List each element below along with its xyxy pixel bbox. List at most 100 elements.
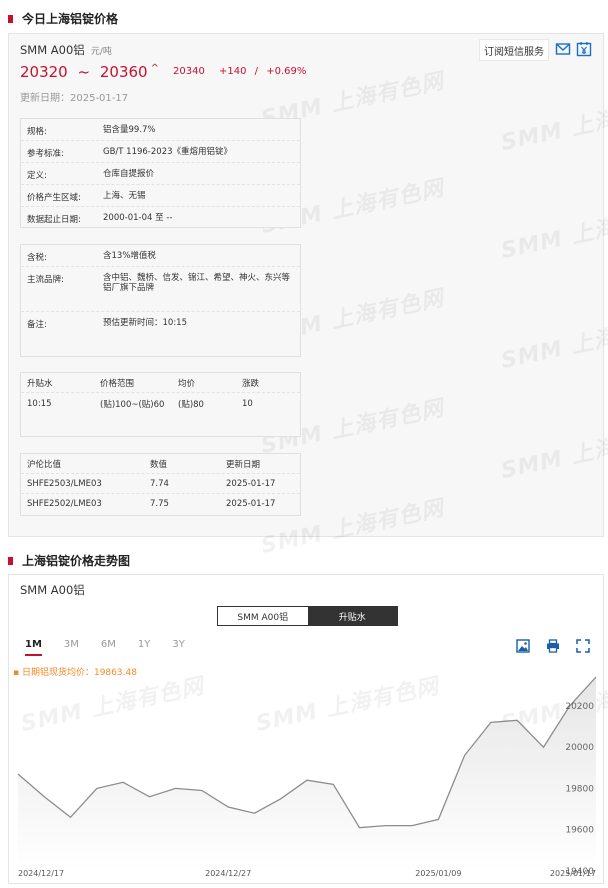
premium-cell-3: 10 bbox=[242, 399, 253, 409]
data-point[interactable] bbox=[305, 778, 310, 783]
ratio-header-0: 沪伦比值 bbox=[27, 459, 62, 470]
info-label: 备注: bbox=[27, 320, 47, 330]
ratio-cell: 7.74 bbox=[150, 478, 169, 489]
premium-cell-0: 10:15 bbox=[27, 399, 52, 409]
info-label: 主流品牌: bbox=[27, 275, 64, 285]
info-row: 备注: 预估更新时间：10:15 bbox=[21, 312, 300, 356]
subscribe-sms-button[interactable]: 订阅短信服务 bbox=[479, 39, 549, 61]
ratio-header-1: 数值 bbox=[150, 459, 168, 470]
y-tick-label: 20200 bbox=[565, 702, 594, 712]
info-row: 参考标准: GB/T 1196-2023《重熔用铝锭》 bbox=[21, 141, 300, 163]
data-point[interactable] bbox=[226, 805, 231, 810]
info-row: 主流品牌: 含中铝、魏桥、信发、锦江、希望、神火、东兴等铝厂旗下品牌 bbox=[21, 267, 300, 312]
today-price-section-title: 今日上海铝锭价格 bbox=[8, 10, 118, 27]
tax-brand-info-box: 含税: 含13%增值税主流品牌: 含中铝、魏桥、信发、锦江、希望、神火、东兴等铝厂旗… bbox=[20, 244, 301, 357]
info-value: 含中铝、魏桥、信发、锦江、希望、神火、东兴等铝厂旗下品牌 bbox=[103, 273, 291, 293]
data-point[interactable] bbox=[383, 823, 388, 828]
info-label: 含税: bbox=[27, 253, 47, 263]
yen-calendar-icon[interactable] bbox=[576, 41, 592, 57]
data-point[interactable] bbox=[488, 720, 493, 725]
data-point[interactable] bbox=[16, 772, 21, 777]
premium-cell-2: (贴)80 bbox=[178, 400, 204, 410]
ratio-header-2: 更新日期 bbox=[226, 459, 261, 470]
data-point[interactable] bbox=[436, 817, 441, 822]
info-value: GB/T 1196-2023《重熔用铝锭》 bbox=[103, 147, 233, 157]
spec-info-box: 规格: 铝含量99.7% 参考标准: GB/T 1196-2023《重熔用铝锭》定义:… bbox=[20, 118, 301, 228]
price-range: 20320 ~ 20360 ^ bbox=[20, 63, 159, 81]
watermark-text: SMM 上海有色网 bbox=[498, 310, 608, 375]
info-label: 定义: bbox=[27, 171, 47, 181]
data-point[interactable] bbox=[515, 718, 520, 723]
premium-header-3: 涨跌 bbox=[242, 378, 260, 389]
info-value: 铝含量99.7% bbox=[103, 125, 156, 135]
info-label: 参考标准: bbox=[27, 149, 64, 159]
premium-table: 升贴水 价格范围 均价 涨跌 10:15 (贴)100~(贴)60 (贴)80 … bbox=[20, 372, 301, 437]
data-point[interactable] bbox=[410, 823, 415, 828]
info-label: 价格产生区域: bbox=[27, 193, 81, 203]
info-value: 含13%增值税 bbox=[103, 251, 156, 261]
premium-header-0: 升贴水 bbox=[27, 378, 53, 389]
info-label: 规格: bbox=[27, 127, 47, 137]
watermark-text: SMM 上海有色网 bbox=[498, 92, 608, 157]
data-point[interactable] bbox=[94, 786, 99, 791]
red-marker bbox=[8, 556, 13, 565]
data-point[interactable] bbox=[199, 788, 204, 793]
red-marker bbox=[8, 14, 13, 23]
data-point[interactable] bbox=[147, 794, 152, 799]
ratio-row: SHFE2503/LME03 7.74 2025-01-17 bbox=[21, 474, 300, 494]
data-point[interactable] bbox=[541, 745, 546, 750]
data-point[interactable] bbox=[331, 782, 336, 787]
product-name: SMM A00铝 元/吨 bbox=[20, 43, 112, 57]
watermark-text: SMM 上海有色网 bbox=[498, 420, 608, 485]
ratio-cell: SHFE2502/LME03 bbox=[27, 499, 102, 509]
x-tick-label: 2024/12/17 bbox=[18, 869, 64, 878]
info-row: 规格: 铝含量99.7% bbox=[21, 119, 300, 141]
ratio-cell: 2025-01-17 bbox=[226, 499, 276, 509]
premium-header-row: 升贴水 价格范围 均价 涨跌 bbox=[21, 373, 300, 393]
today-price-card: SMM 上海有色网 SMM 上海有色网 SMM 上海有色网 SMM 上海有色网 SMM … bbox=[8, 33, 608, 559]
ratio-cell: SHFE2503/LME03 bbox=[27, 478, 102, 489]
info-row: 数据起止日期: 2000-01-04 至 -- bbox=[21, 207, 300, 228]
data-point[interactable] bbox=[68, 815, 73, 820]
range-tilde: ~ bbox=[77, 63, 91, 81]
data-point[interactable] bbox=[173, 786, 178, 791]
info-value: 上海、无锡 bbox=[103, 191, 146, 201]
premium-header-1: 价格范围 bbox=[100, 378, 135, 389]
data-point[interactable] bbox=[278, 796, 283, 801]
trend-chart-card: SMM 上海有色网SMM 上海有色网SMM 上海有色网 SMM A00铝 SMM… bbox=[8, 574, 608, 884]
ratio-header-row: 沪伦比值 数值 更新日期 bbox=[21, 454, 300, 474]
info-value: 预估更新时间：10:15 bbox=[103, 318, 187, 328]
data-point[interactable] bbox=[594, 675, 599, 680]
x-tick-label: 2025/01/17 bbox=[550, 869, 596, 878]
info-row: 定义: 仓库自提报价 bbox=[21, 163, 300, 185]
price-unit: 元/吨 bbox=[90, 47, 112, 57]
premium-header-2: 均价 bbox=[178, 378, 196, 389]
average-price: 20340 bbox=[173, 66, 205, 77]
price-trend-chart: 19400196001980020000202002024/12/17 2024/… bbox=[16, 675, 599, 878]
mail-icon[interactable] bbox=[555, 41, 571, 57]
x-tick-label: 2024/12/27 bbox=[205, 869, 251, 878]
ratio-cell: 2025-01-17 bbox=[226, 478, 276, 489]
watermark-text: SMM 上海有色网 bbox=[498, 200, 608, 265]
data-point[interactable] bbox=[252, 811, 257, 816]
shfe-lme-ratio-table: 沪伦比值 数值 更新日期 SHFE2503/LME03 7.74 2025-01… bbox=[20, 453, 301, 516]
price-change: +140 / +0.69% bbox=[219, 66, 307, 77]
ratio-row: SHFE2502/LME03 7.75 2025-01-17 bbox=[21, 494, 300, 514]
price-high: 20360 bbox=[99, 63, 148, 81]
y-tick-label: 19600 bbox=[565, 826, 594, 836]
info-label: 数据起止日期: bbox=[27, 215, 81, 225]
update-date: 更新日期：2025-01-17 bbox=[20, 93, 129, 104]
price-low: 20320 bbox=[20, 63, 68, 81]
premium-cell-1: (贴)100~(贴)60 bbox=[100, 400, 165, 410]
data-point[interactable] bbox=[42, 794, 47, 799]
data-point[interactable] bbox=[462, 753, 467, 758]
trend-section-title: 上海铝锭价格走势图 bbox=[8, 552, 130, 569]
y-tick-label: 20000 bbox=[565, 743, 594, 753]
y-tick-label: 19800 bbox=[565, 784, 594, 794]
data-point[interactable] bbox=[357, 825, 362, 830]
info-row: 含税: 含13%增值税 bbox=[21, 245, 300, 267]
ratio-cell: 7.75 bbox=[150, 499, 169, 509]
info-value: 2000-01-04 至 -- bbox=[103, 213, 173, 223]
data-point[interactable] bbox=[121, 780, 126, 785]
x-tick-label: 2025/01/09 bbox=[415, 869, 461, 878]
